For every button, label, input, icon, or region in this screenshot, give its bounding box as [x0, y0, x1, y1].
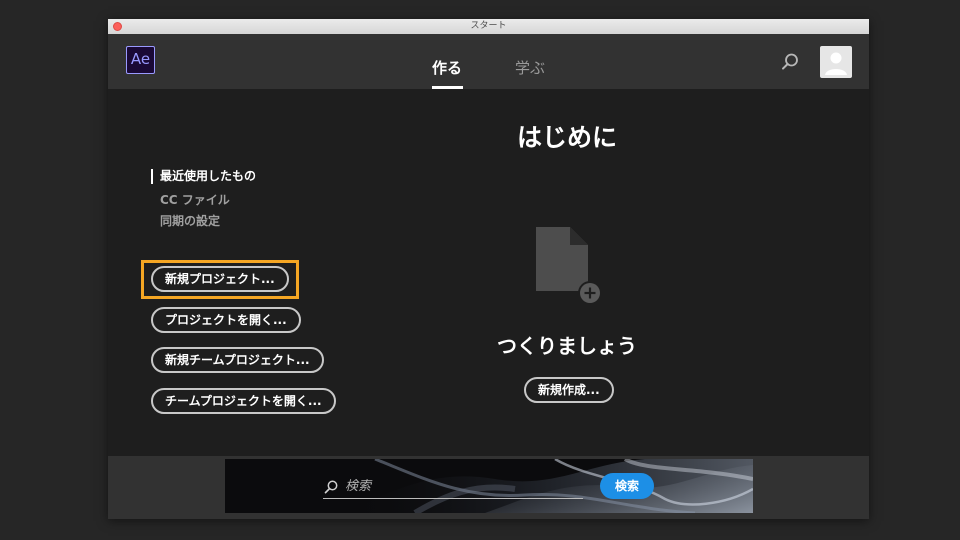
search-field — [323, 476, 583, 499]
ae-logo-icon: Ae — [126, 46, 155, 74]
tab-learn[interactable]: 学ぶ — [515, 57, 545, 78]
open-project-button[interactable]: プロジェクトを開く... — [151, 307, 301, 333]
search-icon — [324, 480, 338, 494]
active-tab-indicator — [432, 86, 463, 89]
new-team-project-button[interactable]: 新規チームプロジェクト... — [151, 347, 324, 373]
avatar[interactable] — [820, 46, 852, 78]
new-document-icon — [536, 227, 602, 305]
sidebar-item-recent[interactable]: 最近使用したもの — [151, 169, 256, 184]
search-banner: 検索 — [225, 459, 753, 513]
user-silhouette-icon — [825, 52, 847, 75]
page-title: はじめに — [516, 123, 618, 152]
new-project-button[interactable]: 新規プロジェクト... — [151, 266, 289, 292]
sidebar-item-sync-settings[interactable]: 同期の設定 — [160, 212, 220, 229]
window-title: スタート — [470, 21, 507, 31]
search-input[interactable] — [345, 476, 575, 496]
start-window: スタート Ae 作る 学ぶ 最近使用したもの CC ファイル 同期の設定 新規プ… — [108, 19, 869, 519]
sidebar-item-cc-files[interactable]: CC ファイル — [160, 191, 230, 208]
search-button[interactable]: 検索 — [600, 473, 654, 499]
tab-make[interactable]: 作る — [432, 57, 462, 78]
title-bar: スタート — [108, 19, 869, 35]
create-new-button[interactable]: 新規作成... — [524, 377, 614, 403]
open-team-project-button[interactable]: チームプロジェクトを開く... — [151, 388, 336, 414]
search-icon[interactable] — [780, 52, 800, 72]
app-header: Ae 作る 学ぶ — [108, 34, 869, 89]
empty-state-text: つくりましょう — [497, 334, 637, 358]
